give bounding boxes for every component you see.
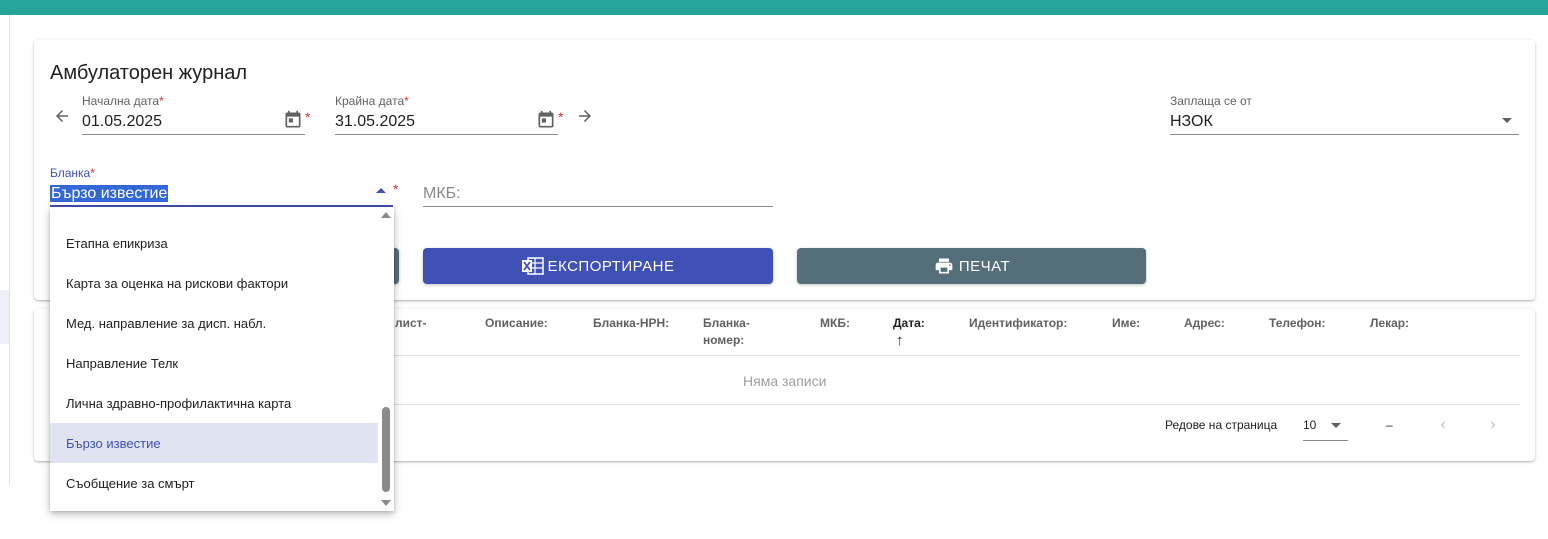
payer-underline: [1170, 134, 1519, 135]
start-date-input[interactable]: 01.05.2025: [82, 113, 162, 131]
dropdown-option[interactable]: Съобщение за смърт: [50, 463, 378, 503]
column-header-phone[interactable]: Телефон:: [1269, 315, 1325, 332]
mkb-underline: [423, 206, 773, 207]
dropdown-option-selected[interactable]: Бързо известие: [50, 423, 378, 463]
rows-per-page-arrow-icon[interactable]: [1331, 423, 1341, 428]
arrow-left-icon[interactable]: [53, 107, 71, 125]
column-header-description[interactable]: Описание:: [485, 315, 548, 332]
column-header-identifier[interactable]: Идентификатор:: [969, 315, 1067, 332]
form-select[interactable]: Бързо известие: [50, 185, 169, 203]
calendar-icon[interactable]: [283, 110, 303, 130]
form-required-star: *: [393, 181, 399, 197]
dropdown-option[interactable]: Етапна епикриза: [50, 223, 378, 263]
sidebar-divider: [9, 15, 10, 485]
start-date-underline: [82, 134, 305, 135]
payer-dropdown-arrow-icon[interactable]: [1502, 118, 1512, 123]
printer-icon: [935, 258, 953, 274]
dropdown-option[interactable]: Мед. направление за дисп. набл.: [50, 303, 378, 343]
export-button-label: ЕКСПОРТИРАНЕ: [547, 257, 675, 275]
column-header-date[interactable]: Дата: ↑: [893, 315, 925, 349]
end-date-required-star: *: [558, 109, 564, 125]
column-header-form-number[interactable]: Бланка-номер:: [703, 315, 750, 349]
mkb-input[interactable]: МКБ:: [423, 185, 461, 203]
sidebar-active-indicator: [0, 290, 9, 344]
end-date-input[interactable]: 31.05.2025: [335, 113, 415, 131]
start-date-required-star: *: [305, 109, 311, 125]
column-header-address[interactable]: Адрес:: [1184, 315, 1225, 332]
rows-per-page-underline: [1303, 440, 1348, 441]
app-top-bar: [0, 0, 1548, 15]
rows-per-page-select[interactable]: 10: [1303, 418, 1316, 432]
end-date-underline: [335, 134, 558, 135]
payer-select[interactable]: НЗОК: [1170, 113, 1213, 131]
start-date-label: Начална дата*: [82, 94, 164, 108]
column-header-form-nrn[interactable]: Бланка-НРН:: [593, 315, 669, 332]
dropdown-option[interactable]: Лична здравно-профилактична карта: [50, 383, 378, 423]
scroll-up-arrow-icon[interactable]: [381, 212, 391, 218]
page-title: Амбулаторен журнал: [50, 62, 248, 84]
empty-message: Няма записи: [743, 373, 827, 389]
end-date-label: Крайна дата*: [335, 94, 409, 108]
chevron-right-icon[interactable]: [1486, 418, 1500, 432]
column-header-list[interactable]: лист-: [395, 315, 427, 332]
sort-arrow-up-icon: ↑: [896, 332, 904, 349]
export-button[interactable]: ЕКСПОРТИРАНЕ: [423, 248, 773, 284]
form-dropdown-menu: Етапна епикриза Карта за оценка на риско…: [50, 207, 394, 511]
excel-icon: [521, 257, 544, 275]
rows-per-page-label: Редове на страница: [1165, 418, 1278, 432]
column-header-name[interactable]: Име:: [1112, 315, 1140, 332]
column-header-mkb[interactable]: МКБ:: [820, 315, 850, 332]
calendar-icon[interactable]: [536, 110, 556, 130]
dropdown-option[interactable]: Направление Телк: [50, 343, 378, 383]
form-dropdown-arrow-icon[interactable]: [376, 188, 386, 193]
payer-label: Заплаща се от: [1170, 94, 1252, 108]
scroll-down-arrow-icon[interactable]: [381, 500, 391, 506]
form-label: Бланка*: [50, 166, 95, 180]
dropdown-option[interactable]: Карта за оценка на рискови фактори: [50, 263, 378, 303]
print-button-label: ПЕЧАТ: [958, 257, 1011, 275]
page-range: –: [1386, 418, 1393, 432]
arrow-right-icon[interactable]: [576, 107, 594, 125]
chevron-left-icon[interactable]: [1436, 418, 1450, 432]
dropdown-scrollbar[interactable]: [382, 407, 390, 492]
print-button[interactable]: ПЕЧАТ: [797, 248, 1146, 284]
column-header-doctor[interactable]: Лекар:: [1370, 315, 1409, 332]
